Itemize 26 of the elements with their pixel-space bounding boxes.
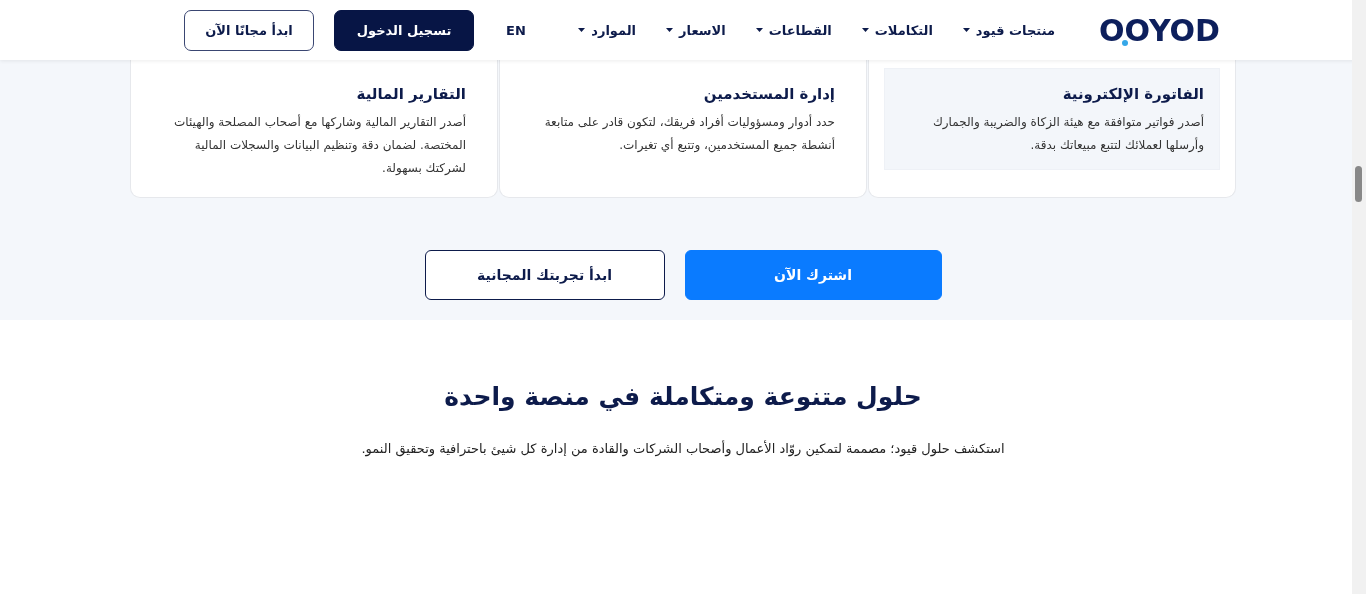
feature-description: أصدر التقارير المالية وشاركها مع أصحاب المصلحة والهيئات المختصة. لضمان دقة وتنظيم البيانات والسجلات المالية لشركتك بسهولة. xyxy=(173,113,466,177)
caret-icon xyxy=(666,28,674,32)
scrollbar[interactable] xyxy=(1352,0,1366,594)
feature-title: إدارة المستخدمين xyxy=(702,85,835,103)
caret-icon xyxy=(755,28,763,32)
logo[interactable]: OOYOD xyxy=(1099,12,1220,48)
language-link[interactable]: EN xyxy=(506,22,526,38)
feature-description: حدد أدوار ومسؤوليات أفراد فريقك، لتكون قادر على متابعة أنشطة جميع المستخدمين، وتتبع أي تغيرات. xyxy=(543,113,835,155)
scrollbar-thumb[interactable] xyxy=(1355,166,1362,202)
feature-description: أصدر فواتير متوافقة مع هيئة الزكاة والضريبة والجمارك وأرسلها لعملائك لتتبع مبيعاتك بدقة. xyxy=(931,113,1204,154)
subscribe-button[interactable]: اشترك الآن xyxy=(684,250,942,300)
feature-title: الفاتورة الإلكترونية xyxy=(1061,85,1204,103)
caret-icon xyxy=(962,28,970,32)
feature-title: التقارير المالية xyxy=(355,85,466,103)
nav-item[interactable]: التكاملات xyxy=(861,22,933,38)
nav-item[interactable]: الموارد xyxy=(578,22,637,38)
nav-item[interactable]: الاسعار xyxy=(666,22,726,38)
section-heading: حلول متنوعة ومتكاملة في منصة واحدة xyxy=(444,382,922,411)
nav-item[interactable]: منتجات قيود xyxy=(962,22,1055,38)
login-button[interactable]: تسجيل الدخول xyxy=(334,9,474,51)
caret-icon xyxy=(578,28,586,32)
section-subtitle: استكشف حلول قيود؛ مصممة لتمكين روّاد الأعمال وأصحاب الشركات والقادة من إدارة كل شيئ باحترافية وتحقيق النمو. xyxy=(361,441,1005,456)
start-free-button[interactable]: ابدأ مجانًا الآن xyxy=(184,9,314,51)
caret-icon xyxy=(861,28,869,32)
free-trial-button[interactable]: ابدأ تجربتك المجانية xyxy=(424,250,665,300)
nav-item[interactable]: القطاعات xyxy=(755,22,832,38)
